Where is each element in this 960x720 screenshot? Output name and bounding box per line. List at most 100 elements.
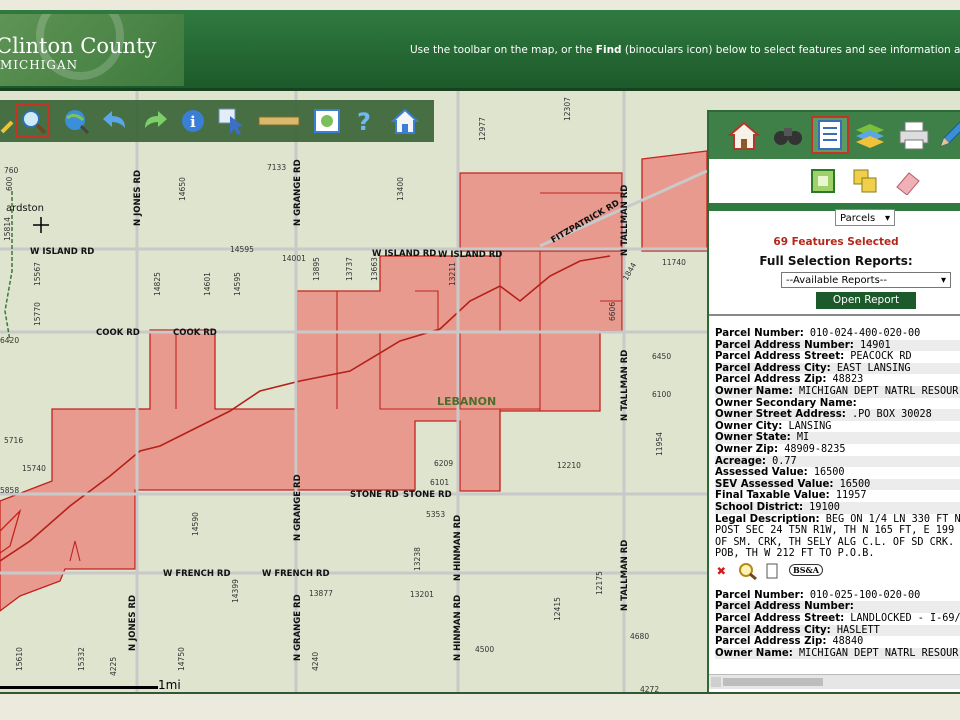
instructions-text: Use the toolbar on the map, or the Find … — [410, 44, 960, 56]
records-list[interactable]: Parcel Number: 010-024-400-020-00 Parcel … — [715, 328, 960, 660]
address-label: 6209 — [434, 459, 453, 468]
record-row: Parcel Address Number: 14901 — [715, 339, 960, 352]
address-label: 6606 — [608, 302, 617, 321]
address-label: 13877 — [309, 589, 333, 598]
measure-icon[interactable] — [258, 106, 300, 136]
road-label: W ISLAND RD — [30, 247, 94, 257]
info-icon[interactable]: i — [178, 106, 208, 136]
address-label: 12977 — [478, 117, 487, 141]
select-icon[interactable] — [216, 106, 246, 136]
chevron-down-icon: ▾ — [884, 213, 890, 224]
address-label: 6101 — [430, 478, 449, 487]
address-label: 6100 — [652, 390, 671, 399]
horizontal-scrollbar[interactable] — [709, 674, 960, 689]
address-label: 4272 — [640, 685, 659, 692]
address-label: 12175 — [595, 571, 604, 595]
scale-label: 1mi — [158, 678, 181, 692]
address-label: 7133 — [267, 163, 286, 172]
record-row: Parcel Number: 010-024-400-020-00 — [715, 328, 960, 340]
address-label: 4225 — [109, 657, 118, 676]
address-label: 6420 — [0, 336, 19, 345]
bsa-link[interactable]: BS&A — [789, 563, 823, 576]
scroll-thumb[interactable] — [723, 678, 823, 686]
globe-zoom-icon[interactable] — [61, 106, 91, 136]
layer-select[interactable]: Parcels ▾ — [835, 209, 895, 226]
record-key: Owner City: — [715, 420, 783, 432]
address-label: 13737 — [345, 257, 354, 281]
record-value: 48823 — [826, 374, 864, 386]
feature-count: 69 Features Selected — [773, 236, 899, 248]
address-label: 11740 — [662, 258, 686, 267]
svg-text:?: ? — [357, 108, 371, 136]
record-value: MI — [790, 432, 810, 444]
road-label: N GRANGE RD — [293, 159, 303, 226]
address-label: 5716 — [4, 436, 23, 445]
legal-description-line: POB, TH W 212 FT TO P.O.B. — [715, 548, 875, 560]
county-logo: Clinton County MICHIGAN — [0, 14, 184, 86]
binoculars-icon[interactable] — [771, 118, 805, 152]
record-key: Owner State: — [715, 432, 791, 444]
eraser-icon[interactable] — [893, 167, 921, 196]
record-value: 010-024-400-020-00 — [803, 328, 921, 339]
record-key: Parcel Address Street: — [715, 613, 845, 625]
layer-select-value: Parcels — [840, 213, 876, 224]
record-row: Assessed Value: 16500 — [715, 467, 960, 479]
record-key: Parcel Number: — [715, 589, 804, 601]
report-icon[interactable] — [811, 116, 849, 154]
open-report-button[interactable]: Open Report — [816, 292, 916, 309]
record-key: Acreage: — [715, 455, 767, 467]
record-value: 010-025-100-020-00 — [803, 589, 921, 601]
pencil-icon[interactable] — [935, 118, 960, 152]
record-key: Legal Description: — [715, 513, 820, 525]
legal-description-line: OF SM. CRK, TH SELY ALG C.L. OF SD CRK. … — [715, 536, 960, 548]
reports-select[interactable]: --Available Reports-- ▾ — [781, 272, 951, 288]
record-key: Owner Name: — [715, 385, 793, 397]
info-panel: Parcels ▾ 69 Features Selected Full Selec… — [707, 110, 960, 692]
record-key: Parcel Address Number: — [715, 601, 854, 613]
scroll-left-arrow[interactable] — [711, 677, 721, 687]
select-features-icon[interactable] — [809, 167, 837, 195]
help-icon[interactable]: ? — [350, 106, 380, 136]
record-value: 16500 — [807, 467, 845, 479]
instr-pre: Use the toolbar on the map, or the — [410, 44, 596, 56]
record-value: HASLETT — [830, 624, 880, 636]
road-label: N JONES RD — [133, 170, 143, 226]
county-title: Clinton County — [0, 34, 157, 58]
road-label: W ISLAND RD — [438, 250, 502, 260]
road-label: N TALLMAN RD — [620, 185, 630, 256]
address-label: 15332 — [77, 647, 86, 671]
layers-icon[interactable] — [853, 118, 887, 152]
place-label-ardston: ardston — [6, 203, 44, 214]
address-label: 4240 — [311, 652, 320, 671]
print-icon[interactable] — [897, 118, 931, 152]
record-actions: ✖ BS&A — [715, 560, 960, 582]
home-icon[interactable] — [390, 106, 420, 136]
zoom-extent-icon[interactable] — [16, 104, 50, 138]
record-row: Owner Secondary Name: — [715, 398, 960, 410]
delete-icon[interactable]: ✖ — [717, 562, 726, 580]
forward-icon[interactable] — [140, 106, 170, 136]
address-label: 14650 — [178, 177, 187, 201]
record-row: Acreage: 0.77 — [715, 455, 960, 468]
record-key: Parcel Address Zip: — [715, 636, 827, 648]
record-key: Parcel Address Number: — [715, 339, 854, 351]
add-features-icon[interactable] — [851, 167, 879, 195]
record-row: Owner Name: MICHIGAN DEPT NATRL RESOUR — [715, 647, 960, 660]
address-label: 11954 — [655, 432, 664, 456]
record-key: Owner Zip: — [715, 443, 779, 455]
document-icon[interactable] — [765, 563, 779, 582]
overview-icon[interactable] — [312, 106, 342, 136]
record-value: 11957 — [829, 490, 867, 502]
record-key: Parcel Address City: — [715, 624, 831, 636]
header: Clinton County MICHIGAN Use the toolbar … — [0, 10, 960, 91]
legal-description-line: POST SEC 24 T5N R1W, TH N 165 FT, E 199 … — [715, 525, 960, 537]
road-label: N TALLMAN RD — [620, 540, 630, 611]
zoom-to-icon[interactable] — [737, 562, 757, 583]
back-icon[interactable] — [100, 106, 130, 136]
record-row: Legal Description: BEG ON 1/4 LN 330 FT … — [715, 514, 960, 526]
record-value: BEG ON 1/4 LN 330 FT N O — [819, 513, 960, 525]
home-icon[interactable] — [727, 118, 761, 152]
address-label: 13238 — [413, 547, 422, 571]
address-label: 15814 — [3, 217, 12, 241]
svg-text:i: i — [190, 113, 196, 131]
